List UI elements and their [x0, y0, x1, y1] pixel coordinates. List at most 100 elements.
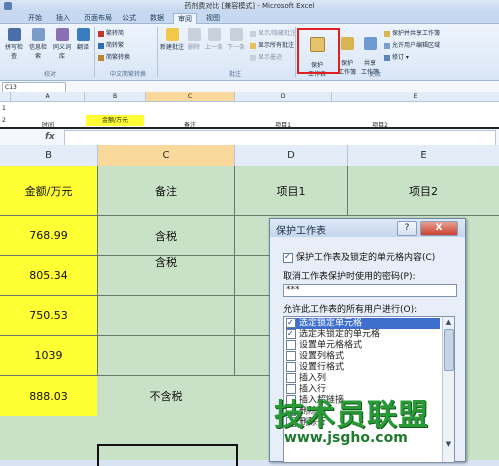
show-hide-comment-icon	[250, 30, 256, 37]
cell-amount[interactable]: 888.03	[0, 376, 97, 416]
tab-insert[interactable]: 插入	[52, 13, 74, 23]
cell-amount-header[interactable]: 金额/万元	[0, 166, 97, 215]
new-comment-icon	[165, 28, 179, 41]
chinese-convert-button[interactable]: 简繁转换	[98, 52, 130, 61]
cell-note[interactable]	[98, 296, 234, 335]
protect-workbook-button[interactable]: 保护 工作簿	[337, 30, 357, 76]
dialog-title-bar[interactable]: 保护工作表 ? X	[270, 219, 465, 237]
tab-page-layout[interactable]: 页面布局	[80, 13, 116, 23]
row-number-1[interactable]: 1	[2, 105, 6, 112]
protect-and-share-button[interactable]: 保护并共享工作簿	[384, 28, 440, 37]
column-header-b[interactable]: B	[0, 145, 98, 166]
function-icon[interactable]: fx	[45, 132, 55, 142]
formula-input[interactable]	[64, 130, 496, 146]
checkbox-icon[interactable]	[286, 362, 296, 372]
cell-item2-header[interactable]: 项目2	[348, 166, 499, 215]
to-traditional-button[interactable]: 简转繁	[98, 40, 124, 49]
next-comment-button[interactable]: 下一条	[226, 28, 246, 51]
research-icon	[31, 28, 45, 41]
spell-check-icon	[7, 28, 21, 41]
active-cell-border	[97, 444, 238, 466]
protect-workbook-icon	[340, 37, 354, 50]
show-all-comments-button[interactable]: 显示所有批注	[250, 40, 294, 49]
column-header-b[interactable]: B	[85, 92, 146, 102]
list-item[interactable]: 设置列格式	[286, 351, 440, 362]
list-item[interactable]: 选定锁定单元格	[286, 317, 440, 329]
ribbon-tabs: 开始 插入 页面布局 公式 数据 审阅 视图	[0, 12, 499, 24]
thesaurus-icon	[55, 28, 69, 41]
watermark-logo: 技术员联盟	[274, 398, 429, 433]
watermark: 技术员联盟 www.jsgho.com	[274, 390, 464, 450]
checkbox-checked-icon[interactable]	[286, 317, 296, 328]
to-simplified-icon	[98, 30, 104, 37]
group-chinese-label: 中文简繁转换	[109, 71, 146, 78]
cell-amount[interactable]: 768.99	[0, 216, 97, 255]
column-header-d[interactable]: D	[235, 145, 348, 166]
select-all-corner[interactable]	[0, 92, 11, 102]
tab-home[interactable]: 开始	[24, 13, 46, 23]
chinese-convert-icon	[98, 54, 104, 61]
tab-view[interactable]: 视图	[202, 13, 224, 23]
checkbox-icon[interactable]	[286, 351, 296, 361]
password-label: 取消工作表保护时使用的密码(P):	[283, 272, 416, 282]
close-button[interactable]: X	[420, 221, 458, 236]
scroll-thumb[interactable]	[444, 329, 454, 371]
cell-note[interactable]: 含税	[98, 242, 234, 281]
list-item[interactable]: 设置行格式	[286, 362, 440, 373]
cell-note[interactable]: 不含税	[98, 376, 234, 416]
to-simplified-button[interactable]: 繁转简	[98, 28, 124, 37]
column-header-e[interactable]: E	[348, 145, 499, 166]
show-all-comments-icon	[250, 42, 256, 49]
allow-edit-ranges-button[interactable]: 允许用户编辑区域	[384, 40, 440, 49]
checkbox-icon[interactable]	[286, 373, 296, 383]
ribbon-separator	[157, 27, 158, 77]
column-header-a[interactable]: A	[11, 92, 85, 102]
previous-comment-icon	[207, 28, 221, 41]
previous-comment-button[interactable]: 上一条	[204, 28, 224, 51]
cell-item1-header[interactable]: 项目1	[235, 166, 347, 215]
row-number-2[interactable]: 2	[2, 117, 6, 124]
list-item[interactable]: 插入列	[286, 373, 440, 384]
list-item[interactable]: 设置单元格格式	[286, 340, 440, 351]
spell-check-button[interactable]: 拼写检查	[3, 28, 25, 60]
protect-contents-checkbox[interactable]: 保护工作表及锁定的单元格内容(C)	[283, 250, 435, 263]
watermark-url: www.jsgho.com	[284, 430, 408, 446]
translate-button[interactable]: 翻译	[75, 28, 91, 51]
password-field[interactable]: ***	[283, 284, 457, 297]
checkbox-checked-icon[interactable]	[286, 328, 296, 339]
checkbox-checked-icon	[283, 252, 293, 263]
research-button[interactable]: 信息检索	[27, 28, 49, 60]
new-comment-button[interactable]: 新建批注	[160, 28, 184, 51]
cell-amount[interactable]: 750.53	[0, 296, 97, 335]
cell-amount[interactable]: 1039	[0, 336, 97, 375]
show-ink-button[interactable]: 显示墨迹	[250, 52, 282, 61]
column-header-e[interactable]: E	[332, 92, 499, 102]
list-item[interactable]: 选定未锁定的单元格	[286, 328, 440, 340]
cell-note[interactable]	[98, 336, 234, 375]
column-header-d[interactable]: D	[235, 92, 332, 102]
allow-edit-ranges-icon	[384, 42, 390, 49]
tab-review[interactable]: 审阅	[173, 13, 197, 24]
column-header-c[interactable]: C	[98, 145, 235, 166]
show-hide-comment-button[interactable]: 显示/隐藏批注	[250, 28, 296, 37]
share-workbook-icon	[363, 37, 377, 50]
top-sheet-preview: A B C D E 1 2 时间 金额/万元 备注 项目1 项目2	[0, 92, 499, 129]
track-changes-button[interactable]: 修订 ▾	[384, 52, 409, 61]
tab-data[interactable]: 数据	[146, 13, 168, 23]
column-headers: B C D E	[0, 145, 499, 167]
track-changes-icon	[384, 54, 390, 61]
excel-logo-icon[interactable]	[4, 2, 12, 10]
column-header-c[interactable]: C	[146, 92, 235, 102]
help-button[interactable]: ?	[397, 221, 417, 236]
next-comment-icon	[229, 28, 243, 41]
cell-note-header[interactable]: 备注	[98, 166, 234, 215]
delete-comment-icon	[187, 28, 201, 41]
delete-comment-button[interactable]: 删除	[186, 28, 202, 51]
checkbox-icon[interactable]	[286, 340, 296, 350]
ribbon: 拼写检查 信息检索 同义词库 翻译 校对 繁转简 简转繁 简繁转换 中文简繁转换…	[0, 24, 499, 81]
scroll-up-icon[interactable]: ▲	[443, 317, 454, 328]
tab-formulas[interactable]: 公式	[118, 13, 140, 23]
cell-amount[interactable]: 805.34	[0, 256, 97, 295]
cell-amount-header[interactable]: 金额/万元	[86, 115, 144, 126]
thesaurus-button[interactable]: 同义词库	[51, 28, 73, 60]
